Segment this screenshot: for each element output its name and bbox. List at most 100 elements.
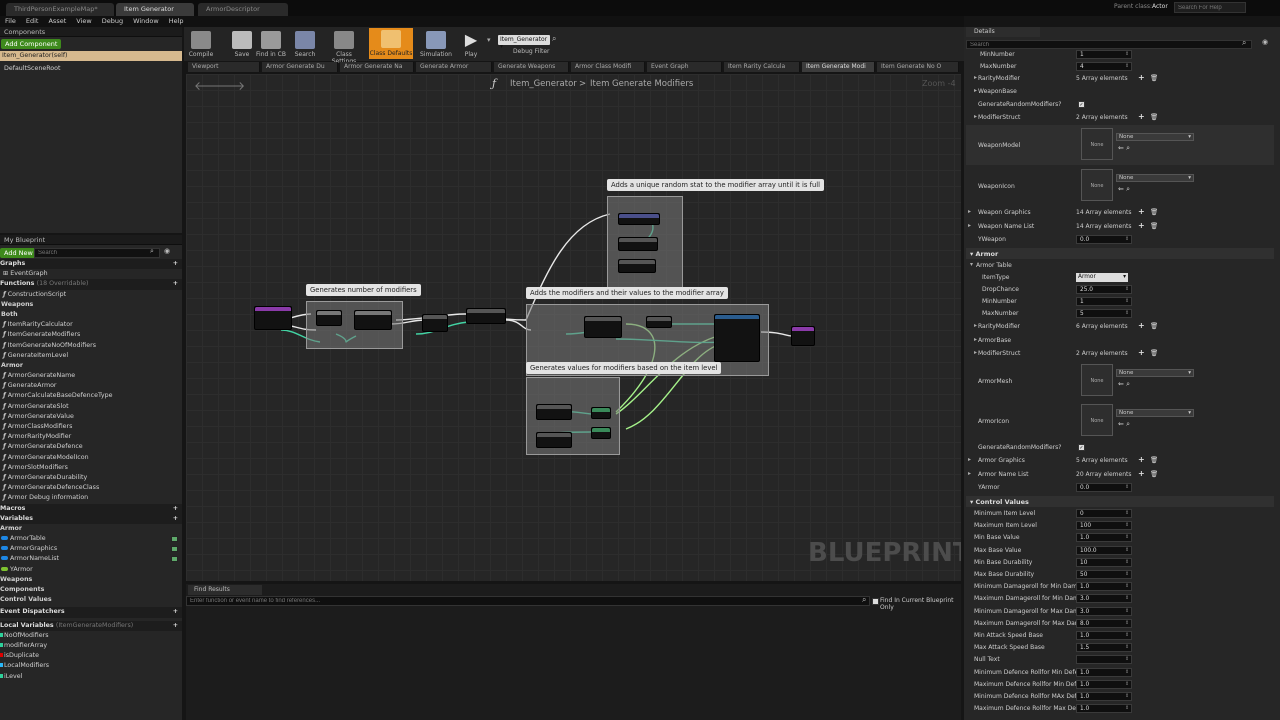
doc-tab-item-generator[interactable]: Item Generator — [116, 3, 194, 16]
asset-thumbnail[interactable]: None — [1081, 128, 1113, 160]
class-settings-button[interactable]: Class Settings — [325, 29, 363, 65]
property-value-input[interactable]: 8.0 — [1076, 618, 1132, 628]
function-item[interactable]: ƒ ArmorGenerateValue — [0, 412, 182, 422]
spinner-icon[interactable]: ⇕ — [1125, 681, 1129, 687]
function-item[interactable]: ƒ Armor Debug information — [0, 493, 182, 503]
function-item[interactable]: ƒ ArmorGenerateSlot — [0, 402, 182, 412]
property-value-input[interactable]: 1.0 — [1076, 679, 1132, 689]
blueprint-search-input[interactable] — [34, 248, 160, 258]
property-value-input[interactable]: 5 — [1076, 309, 1132, 318]
eye-icon[interactable]: ◉ — [164, 247, 170, 255]
spinner-icon[interactable]: ⇕ — [1125, 644, 1129, 650]
add-function-icon[interactable]: + — [173, 279, 178, 289]
spinner-icon[interactable]: ⇕ — [1125, 298, 1129, 304]
save-button[interactable]: Save — [227, 29, 257, 59]
graph-node[interactable] — [536, 432, 572, 448]
property-value-input[interactable]: 3.0 — [1076, 594, 1132, 604]
graph-node[interactable] — [618, 259, 656, 273]
spinner-icon[interactable]: ⇕ — [1125, 595, 1129, 601]
expand-arrow-icon[interactable]: ▸ — [968, 470, 971, 477]
spinner-icon[interactable]: ⇕ — [1125, 522, 1129, 528]
property-value-input[interactable]: 0 — [1076, 509, 1132, 518]
expand-arrow-icon[interactable]: ▸ — [974, 349, 977, 356]
graph-node[interactable] — [591, 427, 611, 439]
property-value-input[interactable]: 1.0 — [1076, 631, 1132, 640]
graph-tab[interactable]: Item Generate No O — [877, 62, 959, 72]
property-value-input[interactable]: 0.0 — [1076, 235, 1132, 244]
section-macros[interactable]: Macros + — [0, 503, 182, 514]
comment-title-num-modifiers[interactable]: Generates number of modifiers — [306, 284, 421, 296]
armor-table-group[interactable]: ▾ Armor Table — [966, 260, 1274, 272]
doc-tab-map[interactable]: ThirdPersonExampleMap* — [6, 3, 114, 16]
add-element-icon[interactable]: + — [1138, 455, 1145, 464]
expand-arrow-icon[interactable]: ▸ — [968, 208, 971, 215]
expand-arrow-icon[interactable]: ▸ — [974, 87, 977, 94]
local-variable-item[interactable]: NoOfModifiers — [0, 631, 182, 641]
section-event-dispatchers[interactable]: Event Dispatchers + — [0, 607, 182, 618]
function-item[interactable]: ƒ ArmorGenerateDefence — [0, 442, 182, 452]
spinner-icon[interactable]: ⇕ — [1125, 608, 1129, 614]
spinner-icon[interactable]: ⇕ — [1125, 310, 1129, 316]
function-item[interactable]: ƒ ArmorRarityModifier — [0, 432, 182, 442]
spinner-icon[interactable]: ⇕ — [1125, 656, 1129, 662]
variable-category[interactable]: Armor — [0, 524, 182, 534]
section-control-values[interactable]: ▾ Control Values — [966, 496, 1274, 507]
add-element-icon[interactable]: + — [1138, 321, 1145, 330]
local-variable-item[interactable]: isDuplicate — [0, 651, 182, 661]
add-new-button[interactable]: Add New — [0, 248, 37, 258]
graph-node[interactable] — [584, 316, 622, 338]
search-button[interactable]: Search — [290, 29, 320, 59]
event-graph-item[interactable]: ⊞ EventGraph — [0, 269, 182, 279]
asset-picker-dropdown[interactable]: None ▾ — [1116, 369, 1194, 377]
parent-class-link[interactable]: Actor — [1152, 3, 1168, 10]
graph-tab[interactable]: Generate Armor — [416, 62, 492, 72]
checkbox[interactable]: ✓ — [1078, 101, 1085, 108]
spinner-icon[interactable]: ⇕ — [1125, 484, 1129, 490]
variable-category[interactable]: Weapons — [0, 575, 182, 585]
menu-debug[interactable]: Debug — [97, 16, 128, 26]
function-item[interactable]: ƒ ArmorGenerateName — [0, 371, 182, 381]
play-options-icon[interactable]: ▾ — [487, 36, 491, 44]
variable-item[interactable]: YArmor — [0, 565, 182, 575]
add-dispatcher-icon[interactable]: + — [173, 607, 178, 617]
property-value-input[interactable]: 100.0 — [1076, 545, 1132, 555]
spinner-icon[interactable]: ⇕ — [1125, 236, 1129, 242]
menu-edit[interactable]: Edit — [21, 16, 44, 26]
comment-title-add-unique-stat[interactable]: Adds a unique random stat to the modifie… — [607, 179, 825, 191]
spinner-icon[interactable]: ⇕ — [1125, 547, 1129, 553]
property-value-input[interactable]: 1 — [1076, 50, 1132, 59]
graph-tab[interactable]: Armor Class Modifi — [571, 62, 645, 72]
expand-arrow-icon[interactable]: ▸ — [968, 222, 971, 229]
spinner-icon[interactable]: ⇕ — [1125, 705, 1129, 711]
expand-arrow-icon[interactable]: ▸ — [968, 456, 971, 463]
graph-node[interactable] — [714, 314, 760, 362]
property-value-input[interactable]: 1.0 — [1076, 692, 1132, 701]
property-value-input[interactable]: 10 — [1076, 557, 1132, 567]
graph-node[interactable] — [354, 310, 392, 330]
property-value-input[interactable]: 4 — [1076, 62, 1132, 71]
property-value-input[interactable]: 1.0 — [1076, 667, 1132, 677]
section-graphs[interactable]: Graphs + — [0, 259, 182, 270]
function-entry-node[interactable] — [254, 306, 292, 330]
asset-thumbnail[interactable]: None — [1081, 169, 1113, 201]
property-value-input[interactable] — [1076, 655, 1132, 665]
graph-tab[interactable]: Event Graph — [647, 62, 722, 72]
section-local-variables[interactable]: Local Variables (ItemGenerateModifiers) + — [0, 620, 182, 631]
trash-icon[interactable]: 🗑 — [1150, 456, 1158, 464]
spinner-icon[interactable]: ⇕ — [1125, 559, 1129, 565]
return-node[interactable] — [791, 326, 815, 346]
section-armor[interactable]: ▾ Armor — [966, 248, 1274, 259]
section-functions[interactable]: Functions (18 Overridable) + — [0, 279, 182, 290]
compile-button[interactable]: Compile — [186, 29, 216, 59]
graph-node[interactable] — [618, 237, 658, 251]
visibility-eye-icon[interactable] — [171, 546, 178, 553]
property-value-input[interactable]: 0.0 — [1076, 483, 1132, 492]
function-item[interactable]: ƒ ArmorGenerateDurability — [0, 473, 182, 483]
trash-icon[interactable]: 🗑 — [1150, 208, 1158, 216]
menu-file[interactable]: File — [0, 16, 21, 26]
find-search-icon[interactable]: ⌕ — [862, 595, 866, 605]
graph-node[interactable] — [618, 213, 660, 225]
class-defaults-button[interactable]: Class Defaults — [369, 28, 413, 59]
spinner-icon[interactable]: ⇕ — [1125, 669, 1129, 675]
graph-tab[interactable]: Armor Generate Na — [340, 62, 414, 72]
